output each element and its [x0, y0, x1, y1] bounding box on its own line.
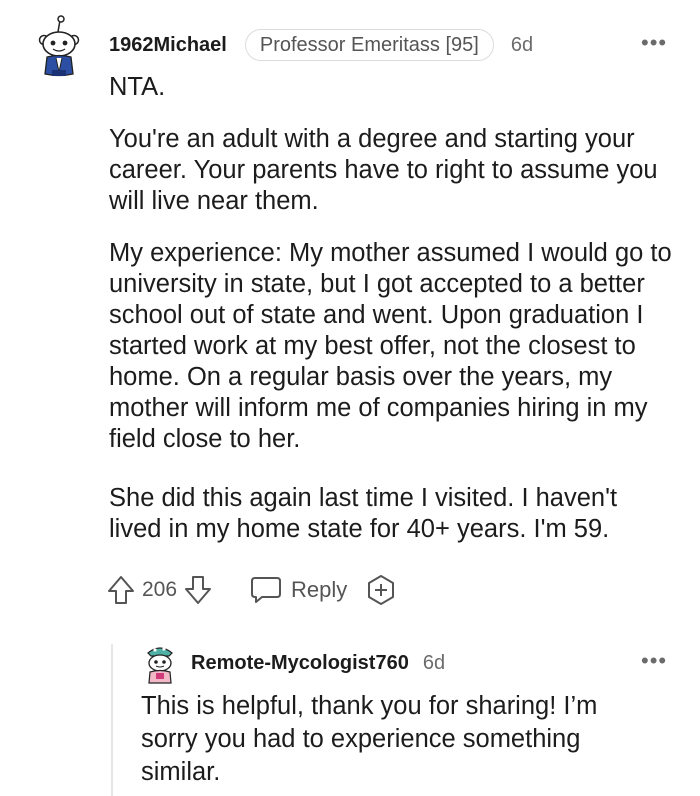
speech-bubble-icon — [251, 577, 282, 603]
vote-count: 206 — [142, 578, 178, 601]
comment-paragraph: She did this again last time I visited. … — [109, 484, 618, 543]
comment-meta: 1962Michael Professor Emeritass [95] 6d — [109, 28, 533, 62]
timestamp[interactable]: 6d — [511, 34, 533, 57]
reply-meta: Remote-Mycologist760 6d — [191, 648, 445, 678]
reply-body: This is helpful, thank you for sharing! … — [141, 692, 598, 786]
user-flair: Professor Emeritass [95] — [244, 29, 494, 61]
username[interactable]: 1962Michael — [109, 34, 227, 57]
reply-label: Reply — [291, 577, 348, 602]
user-avatar-snoo-icon[interactable] — [34, 14, 84, 78]
comment-paragraph: NTA. — [109, 73, 166, 101]
comment-paragraph: My experience: My mother assumed I would… — [109, 239, 672, 453]
downvote-arrow-icon[interactable] — [183, 574, 213, 606]
reply-more-options-icon[interactable]: ••• — [641, 650, 667, 672]
award-button[interactable] — [365, 574, 397, 606]
reply-button[interactable]: Reply — [249, 575, 347, 605]
reply-username[interactable]: Remote-Mycologist760 — [191, 652, 409, 675]
comment-body: NTA. — [109, 72, 674, 103]
more-options-icon[interactable]: ••• — [641, 32, 667, 54]
comment-body: My experience: My mother assumed I would… — [109, 238, 674, 455]
comment-actions: 206 Reply — [106, 570, 397, 610]
reply-user-avatar-icon[interactable] — [143, 643, 177, 685]
award-plus-icon — [368, 575, 395, 605]
comment-body: You're an adult with a degree and starti… — [109, 124, 674, 217]
comment-body: She did this again last time I visited. … — [109, 483, 674, 545]
reply-timestamp[interactable]: 6d — [423, 652, 445, 675]
thread-line[interactable] — [111, 644, 113, 796]
comment-paragraph: You're an adult with a degree and starti… — [109, 125, 658, 215]
upvote-arrow-icon[interactable] — [106, 574, 136, 606]
